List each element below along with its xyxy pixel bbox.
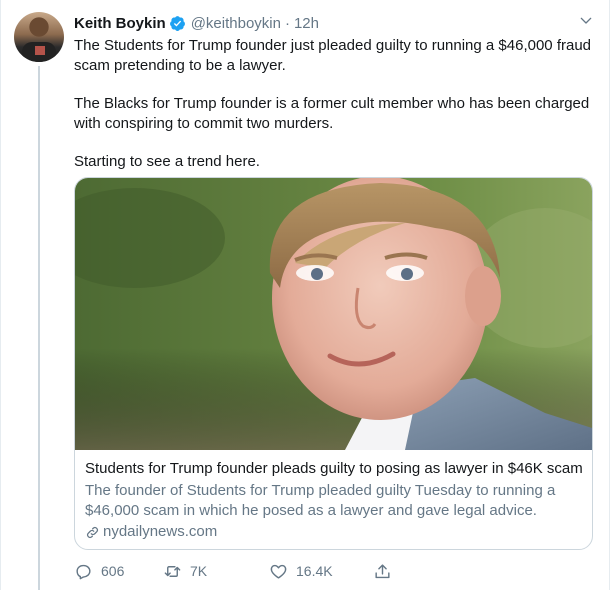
separator-dot: ·: [284, 14, 290, 32]
verified-badge-icon: [169, 15, 185, 31]
card-title: Students for Trump founder pleads guilty…: [85, 460, 583, 477]
tweet[interactable]: Keith Boykin @keithboykin · 12h The Stud…: [0, 0, 612, 590]
tweet-actions: 606 7K 16.4K: [74, 561, 403, 581]
display-name[interactable]: Keith Boykin: [74, 15, 166, 32]
share-button[interactable]: [373, 562, 403, 581]
card-description: The founder of Students for Trump pleade…: [85, 482, 556, 519]
tweet-paragraph: Starting to see a trend here.: [74, 153, 260, 170]
reply-count: 606: [101, 563, 125, 579]
thread-line: [38, 66, 40, 590]
handle[interactable]: @keithboykin: [191, 15, 281, 32]
like-count: 16.4K: [296, 563, 333, 579]
card-domain: nydailynews.com: [85, 522, 585, 542]
share-icon: [375, 563, 390, 578]
link-icon: [87, 526, 98, 538]
avatar-book: [35, 46, 45, 55]
tweet-text: The Students for Trump founder just plea…: [74, 36, 598, 172]
left-border: [0, 0, 1, 590]
heart-icon: [270, 564, 287, 579]
timestamp[interactable]: 12h: [294, 15, 319, 32]
avatar[interactable]: [14, 12, 64, 62]
card-domain-text: nydailynews.com: [103, 523, 218, 540]
reply-button[interactable]: 606: [74, 562, 164, 581]
tweet-paragraph: The Blacks for Trump founder is a former…: [74, 95, 590, 132]
card-image[interactable]: [75, 178, 592, 450]
reply-icon: [76, 564, 91, 579]
retweet-button[interactable]: 7K: [163, 562, 269, 581]
chevron-down-icon[interactable]: [578, 13, 594, 29]
right-border: [609, 0, 610, 590]
retweet-count: 7K: [190, 563, 208, 579]
tweet-paragraph: The Students for Trump founder just plea…: [74, 37, 592, 74]
retweet-icon: [164, 565, 181, 577]
like-button[interactable]: 16.4K: [269, 562, 373, 581]
card-body: Students for Trump founder pleads guilty…: [85, 459, 585, 542]
link-card[interactable]: Students for Trump founder pleads guilty…: [74, 177, 593, 550]
tweet-header: Keith Boykin @keithboykin · 12h: [74, 13, 319, 33]
